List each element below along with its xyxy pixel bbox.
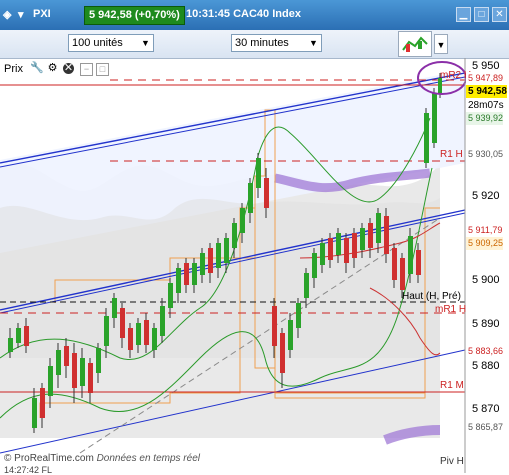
price-box-865: 5 865,87 xyxy=(466,421,504,434)
maximize-icon[interactable]: □ xyxy=(96,63,109,76)
price-box-930: 5 930,05 xyxy=(466,148,504,161)
label-r1h: R1 H xyxy=(440,149,463,160)
axis-tick: 5 870 xyxy=(472,403,500,415)
close-icon[interactable]: ✕ xyxy=(63,63,74,74)
minimize-icon[interactable]: − xyxy=(80,63,93,76)
current-price-box: 5 942,58 xyxy=(466,85,507,98)
panel-header: Prix 🔧 ⚙ ✕ − □ xyxy=(0,60,125,78)
units-select[interactable]: 100 unités ▼ xyxy=(68,34,154,52)
axis-tick: 5 880 xyxy=(472,360,500,372)
units-select-value: 100 unités xyxy=(72,37,123,49)
axis-tick: 5 920 xyxy=(472,190,500,202)
brand-link[interactable]: © ProRealTime.com xyxy=(4,453,94,464)
chart-toolbar: 100 unités ▼ 30 minutes ▼ ▼ xyxy=(0,30,509,59)
price-box-883: 5 883,66 xyxy=(466,345,504,358)
window-title-text: 10:31:45 CAC40 Index xyxy=(186,8,301,20)
price-box-909: 5 909,25 xyxy=(466,237,504,250)
label-r1m: R1 M xyxy=(440,380,464,391)
maximize-icon[interactable]: □ xyxy=(474,7,489,22)
price-chart[interactable] xyxy=(0,58,509,473)
axis-tick: 5 900 xyxy=(472,274,500,286)
price-box-939: 5 939,92 xyxy=(466,112,504,125)
chevron-down-icon[interactable]: ▼ xyxy=(138,35,153,51)
panel-title: Prix xyxy=(4,63,23,75)
countdown-box: 28m07s xyxy=(466,99,504,112)
chart-icon: ◈ xyxy=(3,9,12,21)
candlestick-chart-icon xyxy=(402,36,428,52)
instrument-name: PXI xyxy=(33,8,51,20)
settings-icon[interactable]: ⚙ xyxy=(47,63,58,74)
bottom-time-hint: 14:27:42 FL xyxy=(4,465,53,475)
dropdown-arrow-icon[interactable]: ▾ xyxy=(18,8,24,21)
axis-tick: 5 890 xyxy=(472,318,500,330)
shaded-cloud xyxy=(0,198,440,358)
chart-type-dropdown[interactable]: ▼ xyxy=(434,34,448,54)
timeframe-select-value: 30 minutes xyxy=(235,37,289,49)
label-piv: Piv H xyxy=(440,456,464,467)
label-high-pre: Haut (H, Pré) xyxy=(402,291,461,302)
wrench-icon[interactable]: 🔧 xyxy=(30,63,44,74)
minimize-icon[interactable]: ▁ xyxy=(456,7,471,22)
price-box-911: 5 911,79 xyxy=(466,224,503,237)
timeframe-select[interactable]: 30 minutes ▼ xyxy=(231,34,322,52)
close-icon[interactable]: ✕ xyxy=(492,7,507,22)
chevron-down-icon[interactable]: ▼ xyxy=(306,35,321,51)
window-title-bar: ◈ ▾ PXI 5 942,58 (+0,70%) 10:31:45 CAC40… xyxy=(0,0,509,30)
data-source-footer: © ProRealTime.com Données en temps réel xyxy=(4,453,200,464)
axis-tick: 5 950 xyxy=(472,60,500,72)
price-change-badge: 5 942,58 (+0,70%) xyxy=(84,6,185,25)
label-mr1: mR1 H xyxy=(435,304,467,315)
realtime-label: Données en temps réel xyxy=(96,453,200,464)
price-box-top: 5 947,89 xyxy=(466,72,504,85)
price-chart-panel[interactable]: Prix 🔧 ⚙ ✕ − □ mR2 H R1 H Haut (H, Pré) … xyxy=(0,58,509,475)
chart-type-button[interactable] xyxy=(398,31,432,57)
